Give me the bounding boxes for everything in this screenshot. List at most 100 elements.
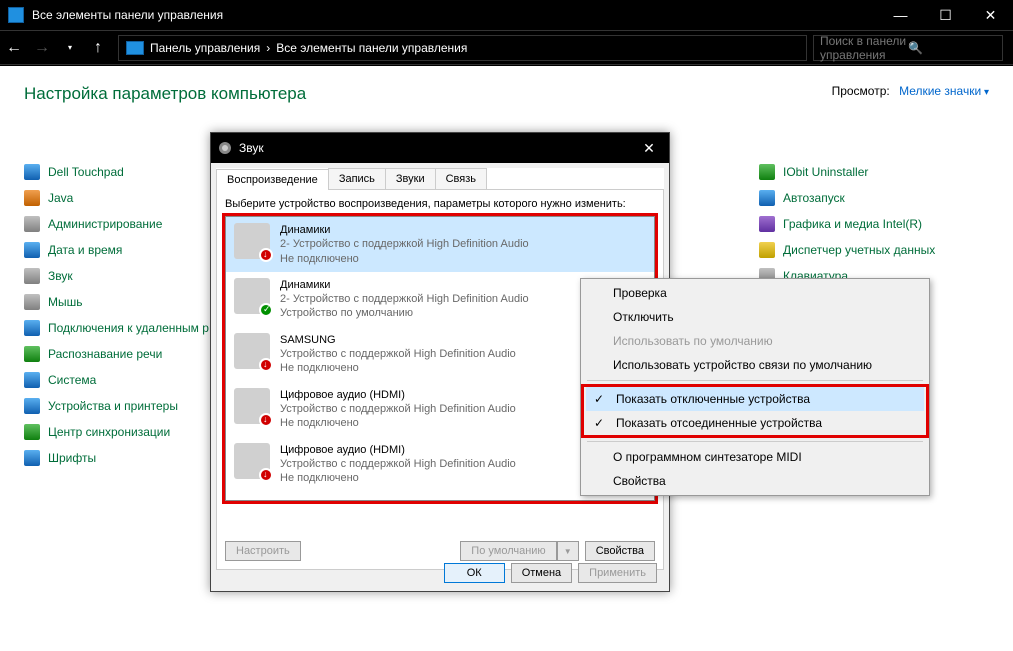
- device-icon: [234, 333, 270, 369]
- breadcrumb-current[interactable]: Все элементы панели управления: [276, 41, 467, 55]
- close-button[interactable]: ✕: [968, 0, 1013, 30]
- cp-item-icon: [24, 190, 40, 206]
- context-menu-item: Использовать по умолчанию: [583, 329, 927, 353]
- tab-1[interactable]: Запись: [328, 168, 386, 189]
- cp-item[interactable]: Автозапуск: [759, 190, 989, 206]
- context-menu-item[interactable]: Свойства: [583, 469, 927, 493]
- sound-close-button[interactable]: ✕: [629, 140, 669, 157]
- device-status: Не подключено: [280, 361, 516, 375]
- cp-item-label: Dell Touchpad: [48, 165, 124, 179]
- device-icon: [234, 388, 270, 424]
- context-menu-item[interactable]: Проверка: [583, 281, 927, 305]
- cp-item-icon: [24, 450, 40, 466]
- context-menu-item[interactable]: ✓Показать отсоединенные устройства: [586, 411, 924, 435]
- cp-item-icon: [24, 346, 40, 362]
- chevron-right-icon: ›: [266, 41, 270, 55]
- cp-item-label: Дата и время: [48, 243, 122, 257]
- cp-item-label: Система: [48, 373, 96, 387]
- context-menu-label: Свойства: [613, 474, 666, 488]
- sound-tabs: ВоспроизведениеЗаписьЗвукиСвязь: [216, 168, 664, 190]
- cp-item-icon: [759, 242, 775, 258]
- cp-item-label: Шрифты: [48, 451, 96, 465]
- speaker-icon: [217, 140, 233, 156]
- context-menu-label: Показать отключенные устройства: [616, 392, 810, 406]
- recent-dropdown[interactable]: ▾: [56, 34, 84, 62]
- toolbar: ← → ▾ ↑ Панель управления › Все элементы…: [0, 30, 1013, 65]
- cp-item-icon: [759, 164, 775, 180]
- cp-item-label: Диспетчер учетных данных: [783, 243, 935, 257]
- check-icon: ✓: [594, 392, 604, 406]
- context-menu-item[interactable]: Отключить: [583, 305, 927, 329]
- control-panel-icon: [8, 7, 24, 23]
- cp-item-label: Мышь: [48, 295, 83, 309]
- window-title: Все элементы панели управления: [32, 8, 878, 22]
- cp-item-icon: [24, 372, 40, 388]
- cp-item-label: Автозапуск: [783, 191, 845, 205]
- device-icon: [234, 443, 270, 479]
- device-status: Устройство по умолчанию: [280, 306, 529, 320]
- separator: [587, 441, 923, 442]
- highlighted-zone: ✓ Показать отключенные устройства ✓Показат…: [581, 384, 929, 438]
- cp-item-icon: [24, 216, 40, 232]
- device-name: Динамики: [280, 278, 529, 292]
- back-button[interactable]: ←: [0, 34, 28, 62]
- view-label: Просмотр:: [832, 84, 890, 98]
- device-subtitle: 2- Устройство с поддержкой High Definiti…: [280, 237, 529, 251]
- cp-item-label: Распознавание речи: [48, 347, 162, 361]
- cp-item-label: Графика и медиа Intel(R): [783, 217, 922, 231]
- default-button[interactable]: По умолчанию ▼: [460, 541, 578, 561]
- forward-button[interactable]: →: [28, 34, 56, 62]
- context-menu-label: Использовать устройство связи по умолчан…: [613, 358, 872, 372]
- properties-button[interactable]: Свойства: [585, 541, 655, 561]
- configure-button[interactable]: Настроить: [225, 541, 301, 561]
- cp-item[interactable]: IObit Uninstaller: [759, 164, 989, 180]
- cp-item-icon: [24, 268, 40, 284]
- cp-item-label: Центр синхронизации: [48, 425, 170, 439]
- device-status: Не подключено: [280, 416, 516, 430]
- instruction-text: Выберите устройство воспроизведения, пар…: [225, 198, 655, 210]
- status-badge: [259, 413, 273, 427]
- device-name: Динамики: [280, 223, 529, 237]
- tab-2[interactable]: Звуки: [385, 168, 436, 189]
- cp-item[interactable]: Диспетчер учетных данных: [759, 242, 989, 258]
- breadcrumb[interactable]: Панель управления › Все элементы панели …: [118, 35, 807, 61]
- device-subtitle: Устройство с поддержкой High Definition …: [280, 457, 516, 471]
- default-button-label: По умолчанию: [460, 541, 556, 561]
- status-badge: [259, 358, 273, 372]
- device-item[interactable]: Динамики2- Устройство с поддержкой High …: [226, 217, 654, 272]
- outer-titlebar: Все элементы панели управления — ☐ ✕: [0, 0, 1013, 30]
- device-icon: [234, 278, 270, 314]
- cp-item-icon: [24, 398, 40, 414]
- ok-button[interactable]: ОК: [444, 563, 505, 583]
- cp-item[interactable]: Графика и медиа Intel(R): [759, 216, 989, 232]
- breadcrumb-root[interactable]: Панель управления: [150, 41, 260, 55]
- context-menu-label: Отключить: [613, 310, 674, 324]
- device-name: Цифровое аудио (HDMI): [280, 388, 516, 402]
- view-value[interactable]: Мелкие значки: [899, 84, 989, 98]
- status-badge: [259, 468, 273, 482]
- separator: [587, 380, 923, 381]
- sound-titlebar: Звук ✕: [211, 133, 669, 163]
- device-name: Цифровое аудио (HDMI): [280, 443, 516, 457]
- cp-item-icon: [24, 320, 40, 336]
- cp-item-label: IObit Uninstaller: [783, 165, 868, 179]
- context-menu-item[interactable]: О программном синтезаторе MIDI: [583, 445, 927, 469]
- context-menu-item[interactable]: ✓ Показать отключенные устройства: [586, 387, 924, 411]
- cp-item-icon: [759, 216, 775, 232]
- tab-0[interactable]: Воспроизведение: [216, 169, 329, 190]
- up-button[interactable]: ↑: [84, 34, 112, 62]
- control-panel-window: Все элементы панели управления — ☐ ✕ ← →…: [0, 0, 1013, 651]
- minimize-button[interactable]: —: [878, 0, 923, 30]
- search-input[interactable]: Поиск в панели управления 🔍: [813, 35, 1003, 61]
- tab-3[interactable]: Связь: [435, 168, 487, 189]
- device-name: SAMSUNG: [280, 333, 516, 347]
- context-menu[interactable]: Проверка Отключить Использовать по умолчан…: [580, 278, 930, 496]
- cp-item-icon: [759, 190, 775, 206]
- context-menu-label: Проверка: [613, 286, 667, 300]
- cancel-button[interactable]: Отмена: [511, 563, 572, 583]
- context-menu-item[interactable]: Использовать устройство связи по умолчан…: [583, 353, 927, 377]
- cp-item-label: Звук: [48, 269, 73, 283]
- apply-button[interactable]: Применить: [578, 563, 657, 583]
- device-icon: [234, 223, 270, 259]
- maximize-button[interactable]: ☐: [923, 0, 968, 30]
